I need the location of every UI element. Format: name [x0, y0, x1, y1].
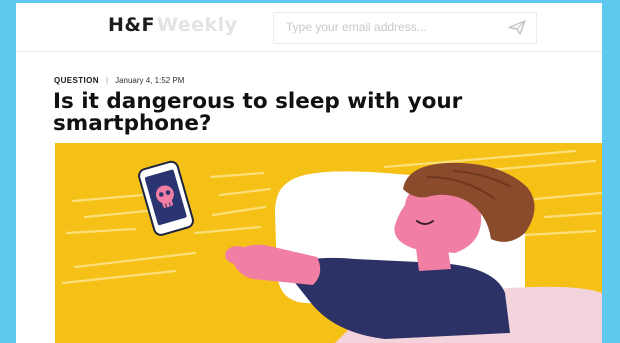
email-input[interactable]	[274, 13, 506, 41]
web-page: H&FWeekly QUESTION | January 4, 1:52 PM Is…	[16, 3, 602, 343]
meta-separator: |	[105, 76, 109, 85]
category-label[interactable]: QUESTION	[54, 76, 99, 85]
sleeping-person-illustration	[55, 143, 602, 343]
hand	[225, 246, 249, 264]
article-meta: QUESTION | January 4, 1:52 PM	[54, 76, 184, 85]
logo-primary: H&F	[108, 14, 155, 36]
site-header: H&F Weekly	[16, 3, 602, 52]
hero-illustration	[55, 143, 602, 343]
article-title: Is it dangerous to sleep with your smart…	[53, 89, 463, 136]
publish-date: January 4, 1:52 PM	[115, 76, 185, 85]
paper-plane-icon[interactable]	[508, 20, 526, 35]
newsletter-signup	[273, 12, 537, 44]
logo-secondary: Weekly	[156, 14, 238, 36]
site-logo[interactable]: H&F Weekly	[108, 14, 238, 36]
